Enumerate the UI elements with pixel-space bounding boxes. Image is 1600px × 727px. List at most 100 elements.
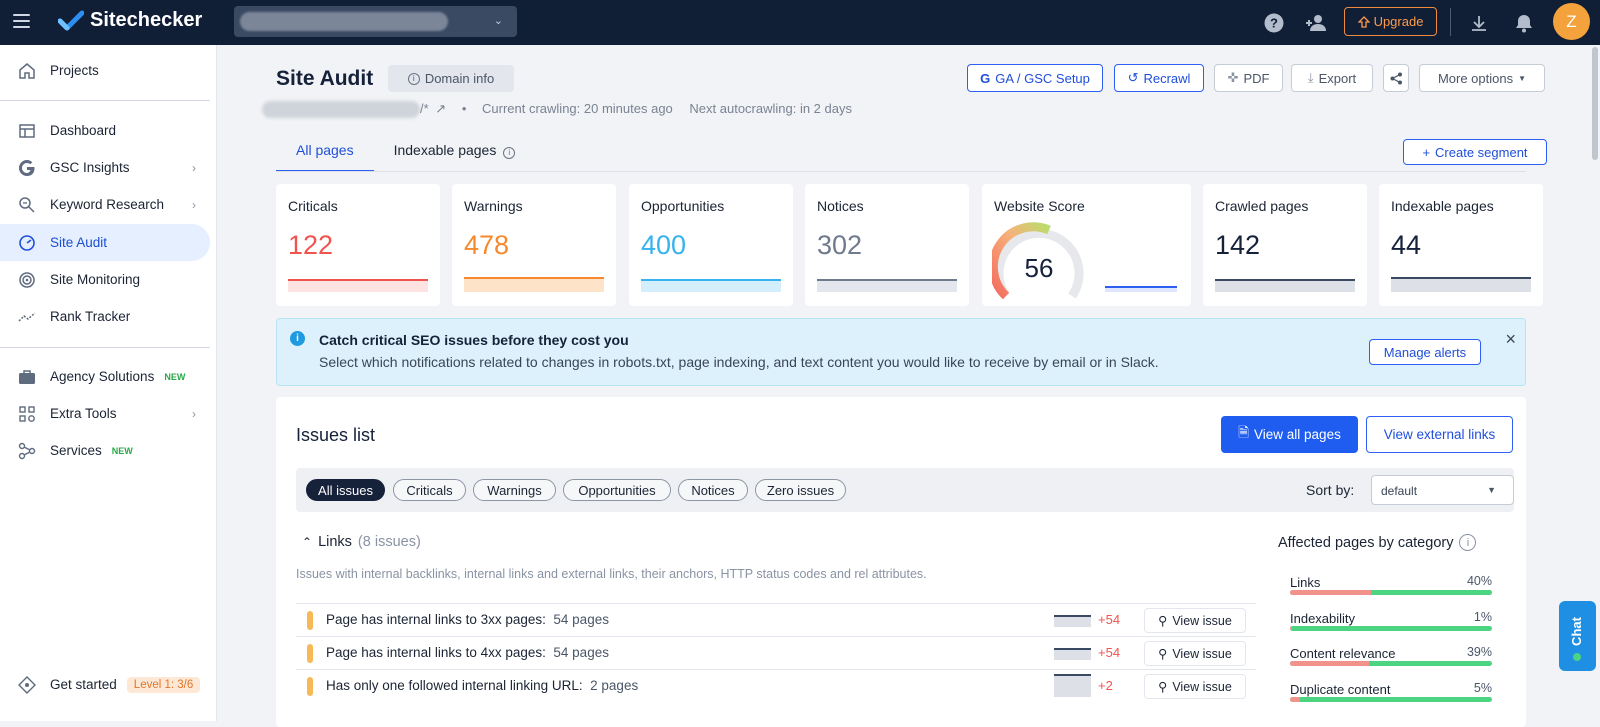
affected-row-duplicate-content: Duplicate content 5% (1290, 681, 1492, 702)
crawl-info: /* ↗ • Current crawling: 20 minutes ago … (420, 101, 852, 116)
opportunities-card[interactable]: Opportunities 400 (629, 184, 793, 306)
download-icon[interactable] (1468, 12, 1490, 34)
sidebar-item-gsc-insights[interactable]: GSC Insights › (0, 149, 210, 186)
crawled-pages-card[interactable]: Crawled pages 142 (1203, 184, 1367, 306)
sidebar-item-rank-tracker[interactable]: Rank Tracker (0, 298, 210, 335)
ga-gsc-setup-button[interactable]: G GA / GSC Setup (967, 64, 1103, 92)
website-score-card[interactable]: Website Score 56 (982, 184, 1191, 306)
warnings-card[interactable]: Warnings 478 (452, 184, 616, 306)
sidebar-item-label: Keyword Research (50, 197, 165, 212)
sidebar-item-extra-tools[interactable]: Extra Tools › (0, 395, 210, 432)
category-name: Duplicate content (1290, 682, 1391, 697)
export-button[interactable]: ⤓ Export (1291, 64, 1373, 92)
sidebar-item-site-monitoring[interactable]: Site Monitoring (0, 261, 210, 298)
category-percent: 40% (1466, 574, 1492, 588)
affected-row-links: Links 40% (1290, 574, 1492, 595)
info-icon: i (503, 146, 516, 159)
affected-row-content-relevance: Content relevance 39% (1290, 645, 1492, 666)
banner-title: Catch critical SEO issues before they co… (319, 332, 629, 348)
chevron-right-icon: › (192, 197, 196, 212)
filter-opportunities[interactable]: Opportunities (563, 479, 671, 501)
sort-select[interactable]: default ▼ (1371, 475, 1514, 505)
view-issue-button[interactable]: ⚲ View issue (1144, 608, 1246, 633)
sidebar-divider (0, 347, 210, 348)
tab-indexable-pages[interactable]: Indexable pages i (374, 134, 536, 172)
external-link-icon[interactable]: ↗ (435, 101, 446, 116)
category-percent: 5% (1473, 681, 1492, 695)
search-icon: ⚲ (1158, 614, 1168, 628)
tab-all-pages[interactable]: All pages (276, 134, 374, 172)
filter-criticals[interactable]: Criticals (393, 479, 466, 501)
view-issue-button[interactable]: ⚲ View issue (1144, 674, 1246, 699)
tabs-underline (276, 171, 1526, 172)
criticals-card[interactable]: Criticals 122 (276, 184, 440, 306)
sidebar-item-label: GSC Insights (50, 160, 130, 175)
notifications-bell-icon[interactable] (1513, 12, 1535, 34)
card-value: 400 (641, 230, 687, 260)
chevron-right-icon: › (192, 406, 196, 421)
avatar[interactable]: Z (1553, 3, 1590, 40)
filter-notices[interactable]: Notices (678, 479, 748, 501)
chat-button[interactable]: Chat (1559, 601, 1596, 671)
chevron-right-icon: › (192, 160, 196, 175)
briefcase-icon (18, 368, 36, 386)
card-value: 478 (464, 230, 510, 260)
card-label: Warnings (464, 198, 523, 214)
logo[interactable]: Sitechecker (58, 9, 202, 32)
share-button[interactable] (1383, 64, 1409, 92)
issue-delta: +54 (1098, 645, 1121, 660)
domain-info-button[interactable]: i Domain info (388, 65, 514, 92)
filter-all-issues[interactable]: All issues (306, 479, 385, 501)
issue-sparkline (1054, 615, 1091, 627)
info-icon[interactable]: i (1459, 534, 1477, 551)
project-selector[interactable]: ⌄ (234, 6, 517, 37)
issue-text: Page has internal links to 3xx pages: 54… (326, 612, 609, 627)
services-icon (18, 442, 36, 460)
upgrade-button[interactable]: Upgrade (1344, 7, 1437, 36)
card-label: Opportunities (641, 198, 725, 214)
view-external-links-button[interactable]: View external links (1366, 416, 1513, 453)
view-all-pages-button[interactable]: 🗎 View all pages (1221, 416, 1358, 453)
filter-zero-issues[interactable]: Zero issues (755, 479, 846, 501)
sidebar-item-label: Site Monitoring (50, 272, 141, 287)
sidebar-item-site-audit[interactable]: Site Audit (0, 224, 210, 261)
sidebar-item-get-started[interactable]: Get started Level 1: 3/6 (0, 666, 210, 703)
sidebar-item-dashboard[interactable]: Dashboard (0, 112, 210, 149)
opportunities-sparkline (641, 279, 781, 292)
recrawl-button[interactable]: ↺ Recrawl (1114, 64, 1204, 92)
google-icon: G (980, 70, 991, 86)
help-icon[interactable]: ? (1263, 12, 1285, 34)
issue-text: Page has internal links to 4xx pages: 54… (326, 645, 609, 660)
links-section-toggle[interactable]: ⌃ Links (8 issues) (302, 534, 421, 550)
indexable-pages-card[interactable]: Indexable pages 44 (1379, 184, 1543, 306)
level-badge: Level 1: 3/6 (126, 676, 201, 693)
add-user-icon[interactable] (1306, 12, 1328, 34)
more-options-button[interactable]: More options ▼ (1419, 64, 1545, 92)
manage-alerts-button[interactable]: Manage alerts (1369, 339, 1481, 365)
filter-warnings[interactable]: Warnings (473, 479, 556, 501)
gauge-icon (18, 234, 36, 252)
sidebar-item-label: Dashboard (50, 123, 117, 138)
category-bar (1290, 590, 1492, 595)
view-issue-button[interactable]: ⚲ View issue (1144, 641, 1246, 666)
close-icon[interactable]: × (1505, 329, 1516, 350)
card-value: 44 (1391, 230, 1422, 260)
home-icon (18, 62, 36, 80)
search-icon: ⚲ (1158, 680, 1168, 694)
topbar-divider (1450, 8, 1451, 36)
sort-by-label: Sort by: (1306, 482, 1355, 498)
svg-text:?: ? (1270, 16, 1278, 31)
category-percent: 1% (1473, 610, 1492, 624)
notices-card[interactable]: Notices 302 (805, 184, 969, 306)
menu-icon[interactable] (13, 14, 30, 28)
affected-row-indexability: Indexability 1% (1290, 610, 1492, 631)
create-segment-button[interactable]: + Create segment (1403, 139, 1547, 165)
sidebar-item-agency-solutions[interactable]: Agency Solutions NEW (0, 358, 210, 395)
sidebar-item-services[interactable]: Services NEW (0, 432, 210, 469)
pdf-button[interactable]: ✜ PDF (1214, 64, 1283, 92)
sidebar-item-keyword-research[interactable]: Keyword Research › (0, 186, 210, 223)
keyword-search-icon (18, 196, 36, 214)
sidebar-item-projects[interactable]: Projects (0, 52, 210, 89)
category-bar (1290, 626, 1492, 631)
project-url-blurred (262, 101, 420, 118)
